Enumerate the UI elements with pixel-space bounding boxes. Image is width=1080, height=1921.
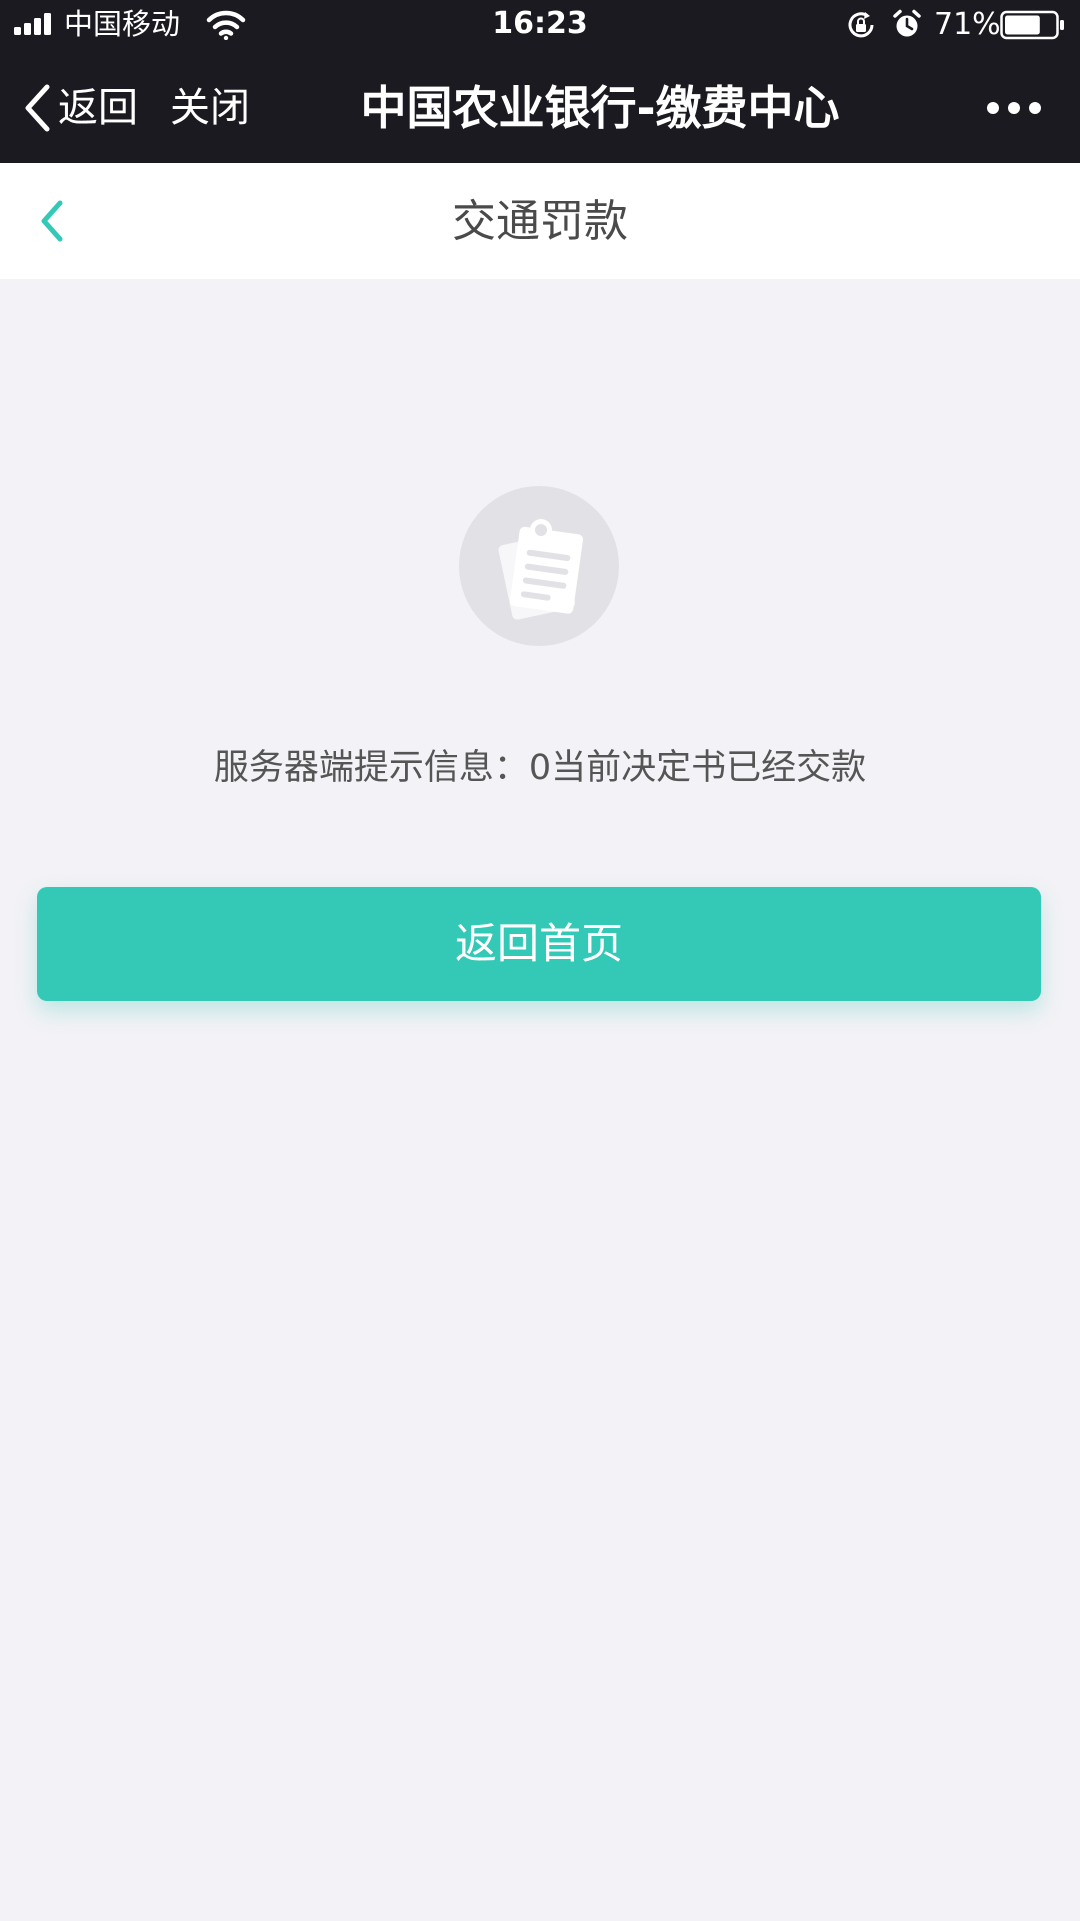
empty-document-icon <box>459 486 619 646</box>
chevron-left-icon <box>25 84 50 132</box>
more-dots-icon[interactable] <box>984 94 1044 122</box>
battery-percentage: 71% <box>934 7 1001 42</box>
page-header: 交通罚款 <box>0 163 1080 279</box>
nav-back-button[interactable]: 返回 <box>22 80 138 136</box>
nav-close-button[interactable]: 关闭 <box>170 80 250 136</box>
rotation-lock-icon <box>848 12 874 38</box>
status-bar: 中国移动 16:23 71% <box>0 0 1080 50</box>
nav-title: 中国农业银行-缴费中心 <box>360 81 840 135</box>
page-title: 交通罚款 <box>452 196 628 247</box>
server-message: 服务器端提示信息：0当前决定书已经交款 <box>213 748 867 788</box>
battery-icon <box>1000 10 1064 40</box>
content-area: 服务器端提示信息：0当前决定书已经交款 返回首页 <box>0 279 1080 1921</box>
nav-back-label: 返回 <box>58 85 138 131</box>
webview-nav-bar: 返回 关闭 中国农业银行-缴费中心 <box>0 50 1080 163</box>
alarm-icon <box>893 9 921 37</box>
return-home-button[interactable]: 返回首页 <box>37 887 1041 1001</box>
